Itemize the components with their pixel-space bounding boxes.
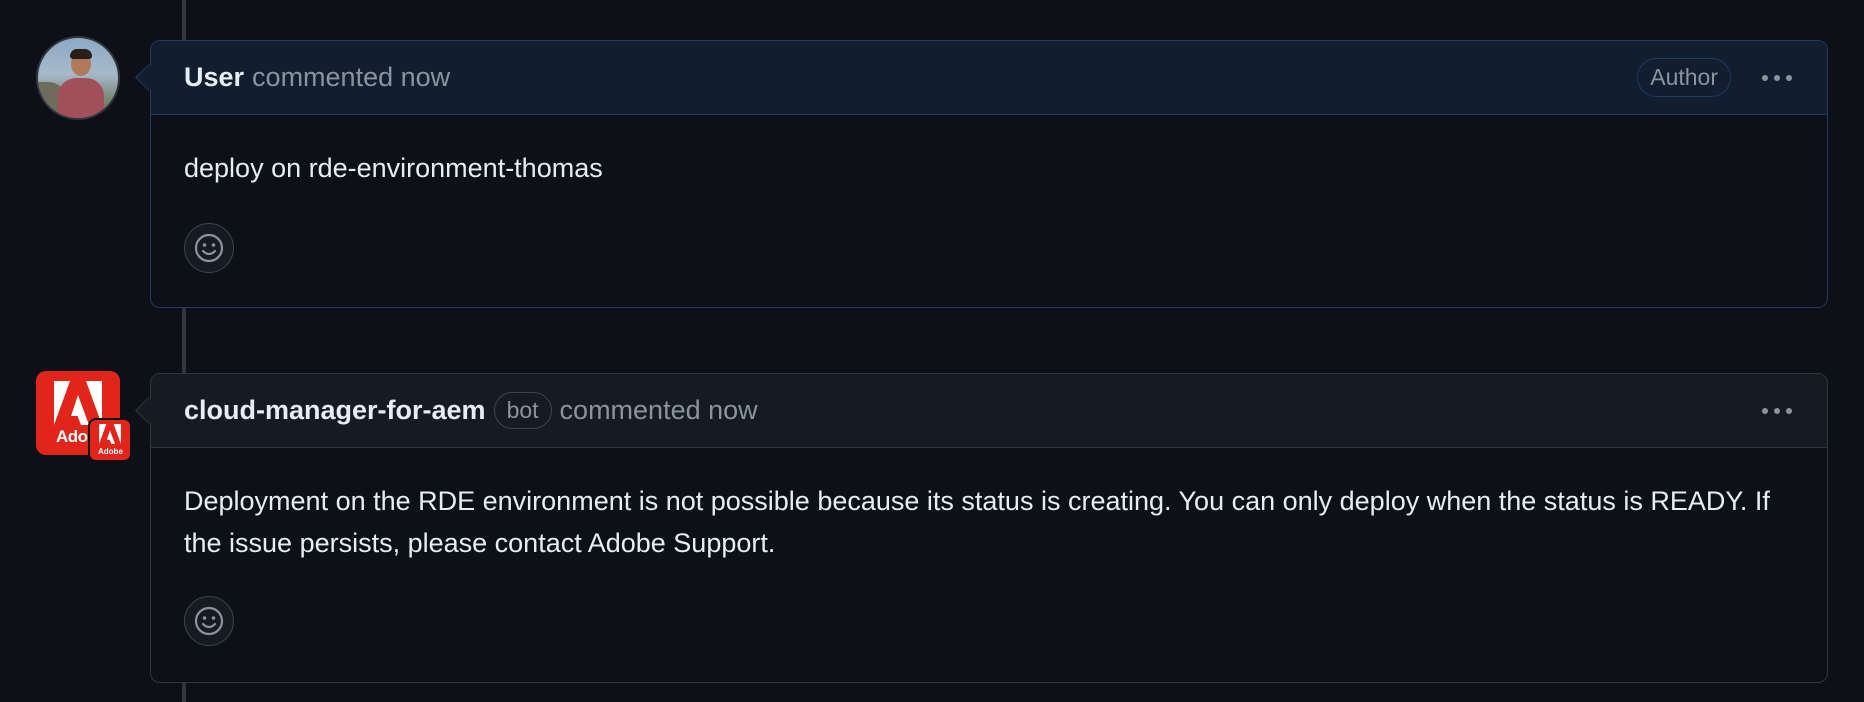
comment-bot: cloud-manager-for-aem bot commented now … — [135, 373, 1828, 683]
comment-author-link[interactable]: cloud-manager-for-aem — [184, 395, 486, 426]
bot-label: bot — [493, 392, 552, 429]
comment-header: User commented now Author — [135, 41, 1827, 115]
add-reaction-button[interactable] — [184, 223, 234, 273]
comment-timestamp[interactable]: commented now — [560, 395, 758, 426]
comment-author-link[interactable]: User — [184, 62, 244, 93]
kebab-horizontal-icon — [1762, 74, 1792, 81]
user-avatar[interactable] — [36, 36, 120, 120]
comment-user: User commented now Author deploy on rde-… — [135, 40, 1828, 308]
avatar-photo-hair — [70, 49, 92, 59]
comment-body: deploy on rde-environment-thomas — [184, 153, 603, 183]
add-reaction-button[interactable] — [184, 596, 234, 646]
comment-timestamp[interactable]: commented now — [252, 62, 450, 93]
kebab-horizontal-icon — [1762, 407, 1792, 414]
adobe-badge-logo-icon — [99, 424, 121, 444]
smiley-icon — [194, 233, 224, 263]
comment-header: cloud-manager-for-aem bot commented now — [135, 374, 1827, 448]
bot-app-badge: Adobe — [88, 418, 132, 462]
smiley-icon — [194, 606, 224, 636]
comment-body: Deployment on the RDE environment is not… — [184, 486, 1770, 558]
adobe-badge-wordmark: Adobe — [98, 447, 123, 456]
author-badge: Author — [1637, 58, 1731, 97]
avatar-photo-body — [58, 78, 104, 118]
comment-caret — [135, 64, 162, 91]
comment-options-button[interactable] — [1755, 63, 1799, 93]
comment-caret — [135, 397, 162, 424]
comment-options-button[interactable] — [1755, 396, 1799, 426]
